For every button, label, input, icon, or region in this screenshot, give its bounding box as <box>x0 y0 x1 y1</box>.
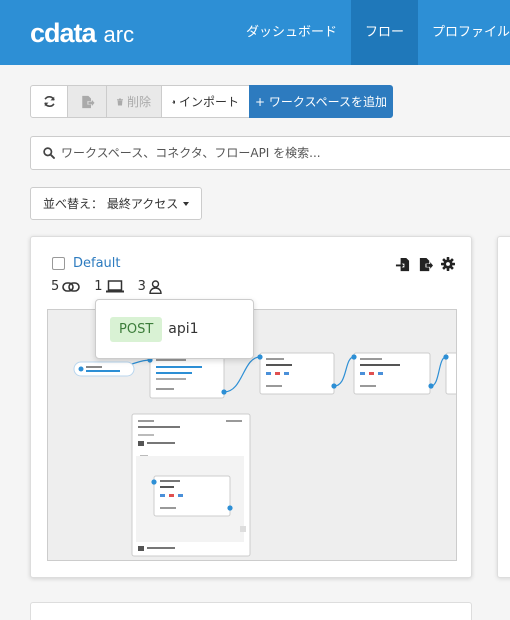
export-icon[interactable] <box>418 257 433 272</box>
flow-api-count-value: 5 <box>51 279 60 294</box>
flow-api-popup[interactable]: POST api1 <box>95 299 254 359</box>
nav-flow[interactable]: フロー <box>351 0 419 65</box>
import-label: インポート <box>178 95 239 109</box>
user-count-value: 3 <box>137 279 146 294</box>
trigger-node <box>73 361 135 377</box>
workspace-checkbox[interactable] <box>52 257 65 270</box>
add-workspace-button[interactable]: + ワークスペースを追加 <box>249 85 393 118</box>
api-name[interactable]: api1 <box>168 321 198 337</box>
nav-dashboard[interactable]: ダッシュボード <box>232 0 351 65</box>
top-navbar: cdata arc ダッシュボード フロー プロファイル レポ <box>0 0 510 65</box>
flow-node <box>257 352 337 395</box>
delete-label: 削除 <box>126 95 151 109</box>
flow-group-node <box>131 413 251 557</box>
gear-icon[interactable] <box>441 257 455 271</box>
connector-count: 1 <box>94 279 124 294</box>
logo-secondary: arc <box>103 22 135 47</box>
flow-node <box>351 352 434 395</box>
workspace-card-next[interactable] <box>497 236 510 578</box>
import-button[interactable]: インポート <box>161 85 250 118</box>
workspace-actions <box>395 257 455 272</box>
trash-icon <box>117 98 123 105</box>
caret-down-icon <box>183 201 190 206</box>
main-nav: ダッシュボード フロー プロファイル レポ <box>232 0 510 65</box>
laptop-icon <box>105 280 124 293</box>
sort-label: 並べ替え： 最終アクセス <box>43 197 179 211</box>
sort-dropdown[interactable]: 並べ替え： 最終アクセス <box>30 187 203 220</box>
search-input[interactable] <box>61 146 481 160</box>
export-button[interactable] <box>67 85 107 118</box>
search-icon <box>43 147 55 159</box>
delete-button[interactable]: 削除 <box>106 85 162 118</box>
import-icon[interactable] <box>395 257 410 272</box>
export-icon <box>81 95 94 108</box>
nav-profile[interactable]: プロファイル <box>418 0 510 65</box>
workspace-toolbar: 削除 インポート + ワークスペースを追加 <box>30 85 393 118</box>
flow-node <box>443 352 456 395</box>
user-count: 3 <box>138 279 162 294</box>
http-method-badge: POST <box>110 316 163 342</box>
connector-count-value: 1 <box>94 279 103 294</box>
link-icon <box>62 281 81 292</box>
search-bar <box>30 136 510 170</box>
logo-primary: cdata <box>30 18 97 48</box>
workspace-name[interactable]: Default <box>73 256 121 271</box>
refresh-icon <box>43 96 55 107</box>
refresh-button[interactable] <box>30 85 68 118</box>
workspace-stats: 5 1 3 <box>51 279 176 294</box>
flow-api-count: 5 <box>51 279 81 294</box>
cdata-arc-logo[interactable]: cdata arc <box>30 18 134 49</box>
user-icon <box>149 279 162 294</box>
workspace-card[interactable]: Default 5 1 3 <box>30 236 472 578</box>
import-icon <box>172 100 175 103</box>
workspace-card-below[interactable] <box>30 602 472 620</box>
